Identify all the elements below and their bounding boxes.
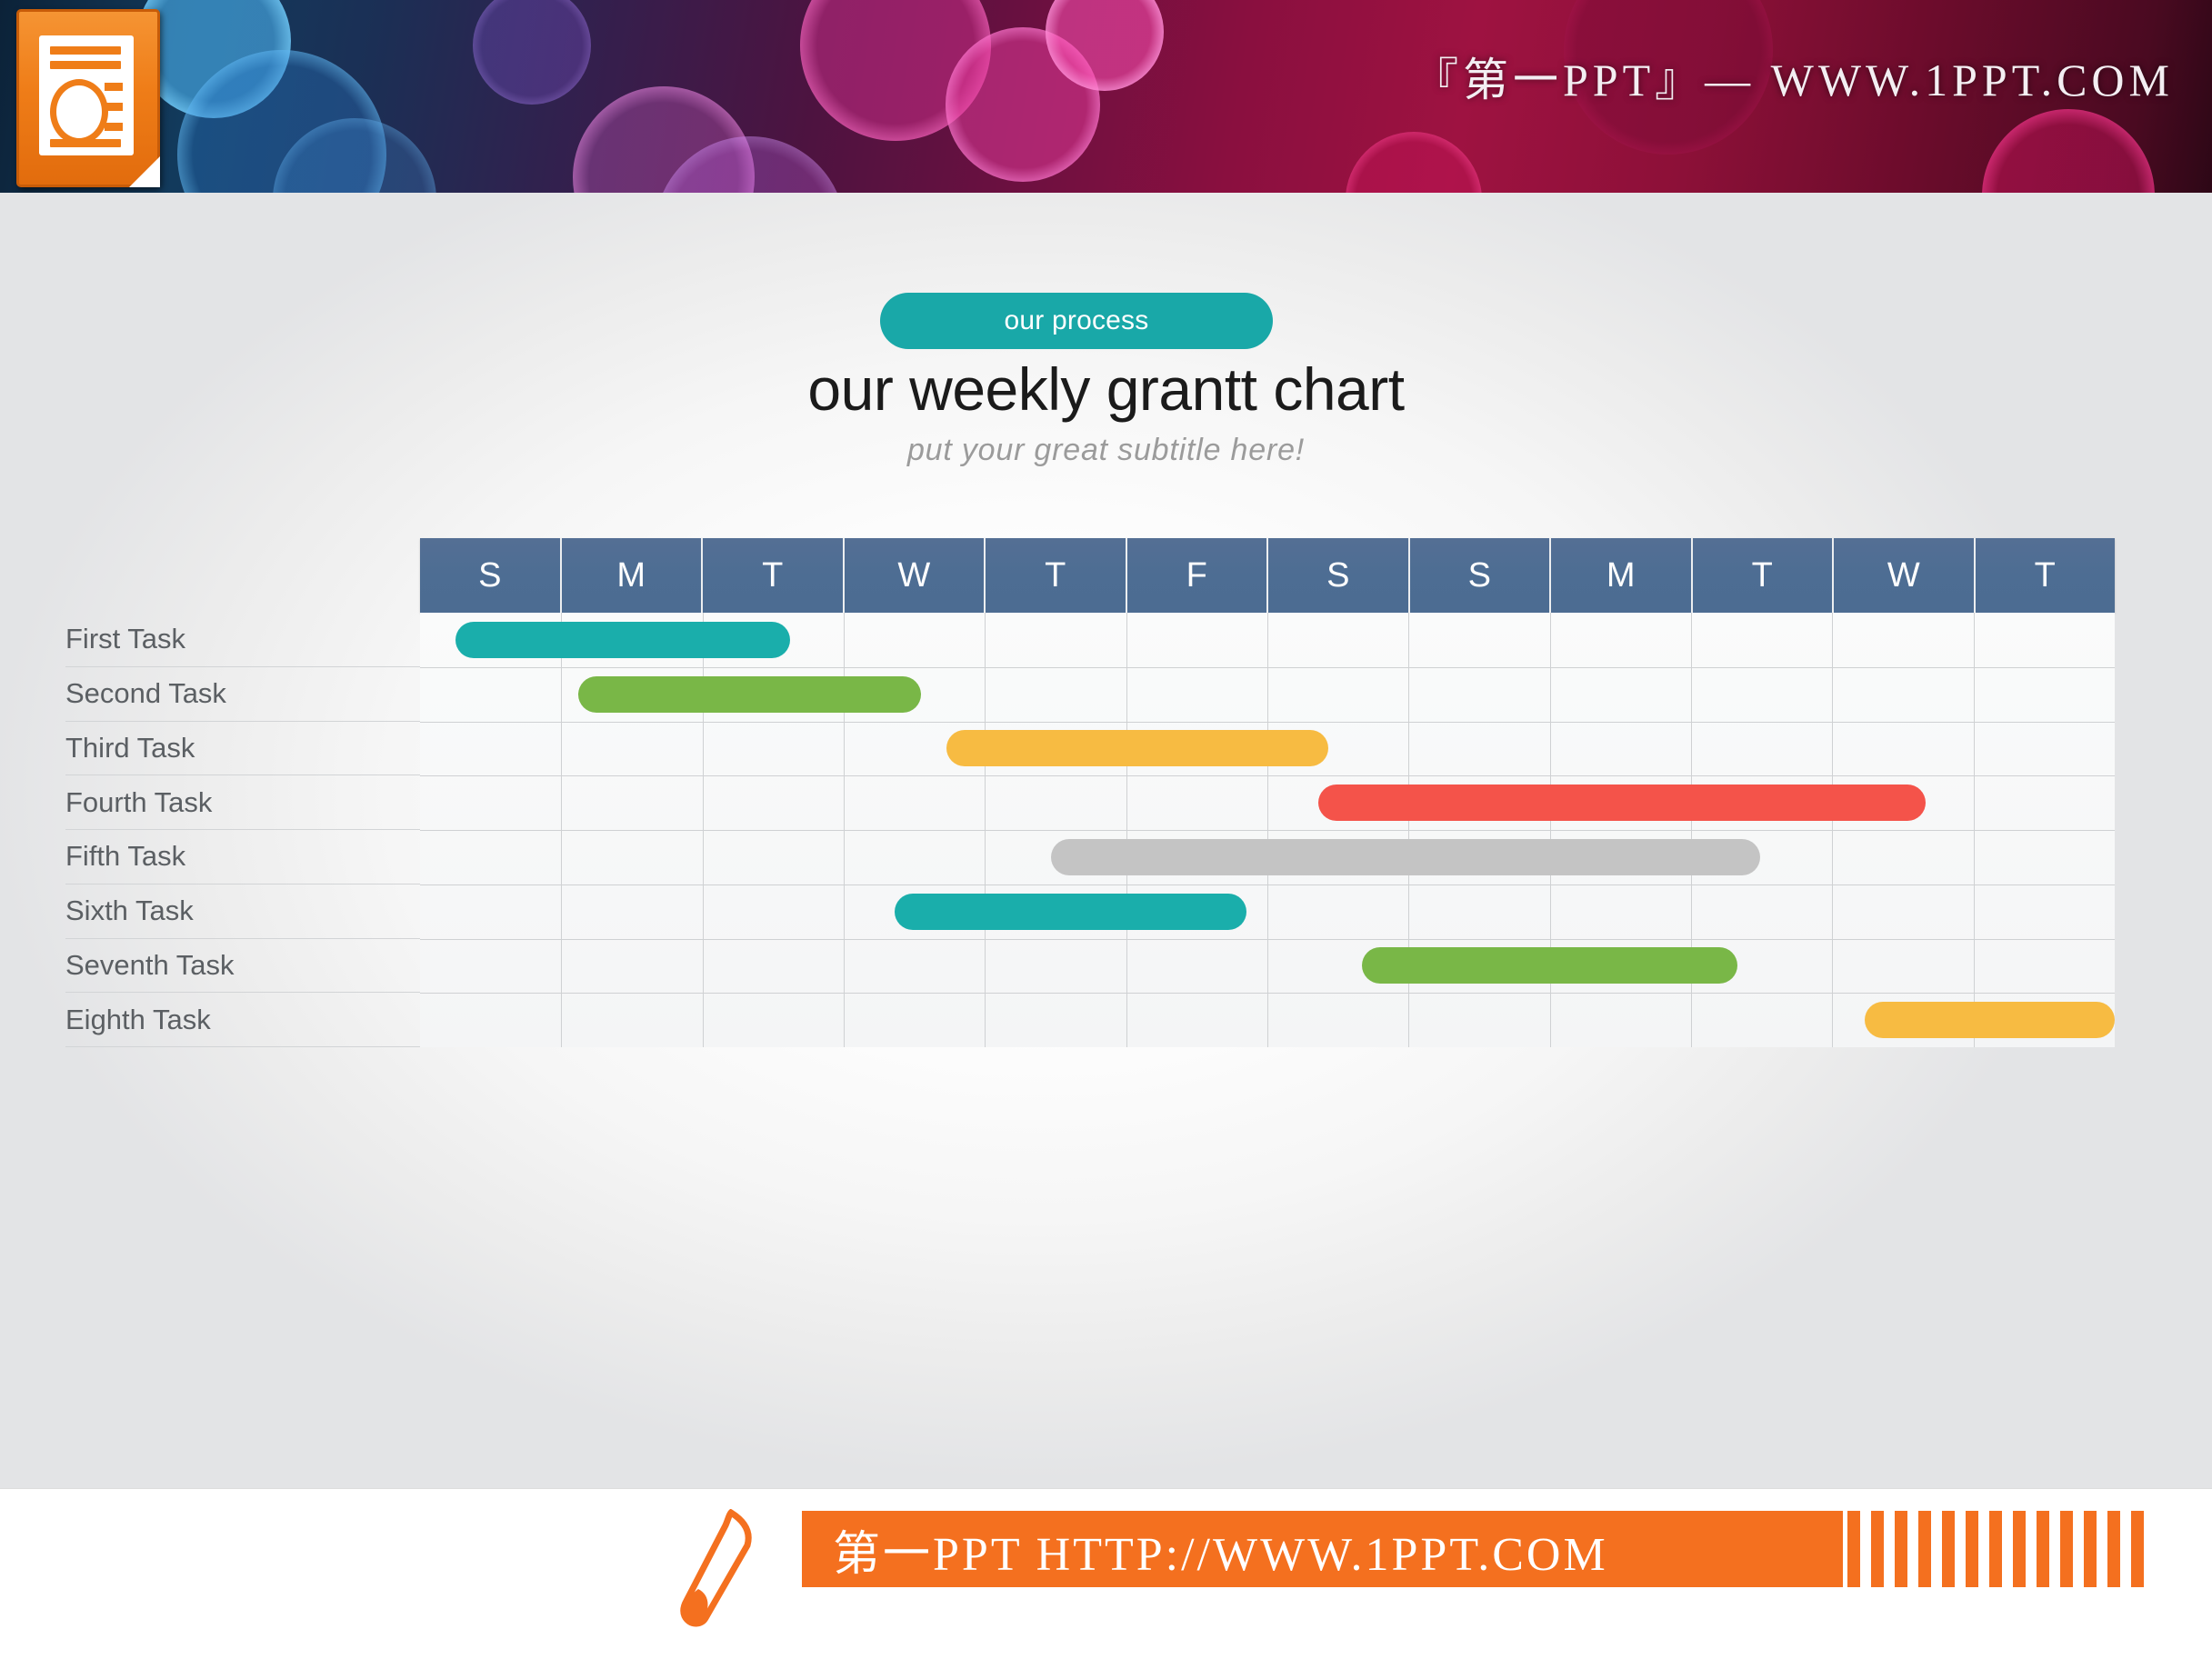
gantt-header-cell-9: T xyxy=(1692,538,1834,613)
powerpoint-icon-oval xyxy=(50,79,108,145)
slide-canvas: our process our weekly grantt chart put … xyxy=(0,193,2212,1488)
gantt-header-cell-7: S xyxy=(1409,538,1551,613)
bokeh-decoration xyxy=(177,50,386,193)
gantt-bar[interactable] xyxy=(1317,785,1926,822)
footer-stripe xyxy=(2013,1511,2026,1587)
gantt-header-cell-10: W xyxy=(1834,538,1976,613)
gantt-bar[interactable] xyxy=(577,675,922,713)
footer-stripe xyxy=(1989,1511,2002,1587)
gantt-bar[interactable] xyxy=(455,621,790,658)
footer-stripe xyxy=(1918,1511,1931,1587)
gantt-gridline-horizontal xyxy=(420,667,2115,668)
task-label: Second Task xyxy=(65,667,420,722)
gantt-grid: SMTWTFSSMTWT xyxy=(420,538,2115,1047)
powerpoint-icon-line xyxy=(50,46,121,55)
page-title: our weekly grantt chart xyxy=(807,355,1405,423)
task-label: Sixth Task xyxy=(65,884,420,939)
page-footer: 第一PPT HTTP://WWW.1PPT.COM xyxy=(0,1488,2212,1659)
gantt-header-cell-1: M xyxy=(561,538,703,613)
powerpoint-icon-line xyxy=(50,139,121,147)
powerpoint-icon-page xyxy=(39,35,134,155)
process-badge: our process xyxy=(880,293,1273,349)
gantt-bar[interactable] xyxy=(1865,1002,2115,1039)
gantt-gridline-horizontal xyxy=(420,722,2115,723)
gantt-bar[interactable] xyxy=(1362,947,1738,984)
gantt-chart: First Task Second Task Third Task Fourth Ta… xyxy=(44,538,2115,1047)
gantt-header-cell-3: W xyxy=(844,538,986,613)
footer-stripe xyxy=(1871,1511,1884,1587)
gantt-bar[interactable] xyxy=(894,893,1246,930)
bokeh-decoration xyxy=(800,0,991,141)
powerpoint-icon-dot xyxy=(105,123,123,131)
gantt-header-cell-8: M xyxy=(1551,538,1693,613)
footer-stripe xyxy=(1942,1511,1955,1587)
bokeh-decoration xyxy=(473,0,591,105)
gantt-header-cell-11: T xyxy=(1975,538,2115,613)
gantt-header-cell-0: S xyxy=(420,538,562,613)
powerpoint-icon-dot xyxy=(105,103,123,111)
bokeh-decoration xyxy=(946,27,1100,182)
powerpoint-icon-dot xyxy=(105,83,123,91)
footer-stripe xyxy=(2131,1511,2144,1587)
footer-url-text: 第一PPT HTTP://WWW.1PPT.COM xyxy=(833,1528,1608,1581)
footer-stripe xyxy=(2084,1511,2097,1587)
gantt-header-cell-6: S xyxy=(1268,538,1410,613)
gantt-header-cell-5: F xyxy=(1126,538,1268,613)
footer-stripe xyxy=(2107,1511,2120,1587)
gantt-gridline-horizontal xyxy=(420,775,2115,776)
gantt-gridline-horizontal xyxy=(420,830,2115,831)
gantt-header-cell-4: T xyxy=(986,538,1127,613)
footer-stripe xyxy=(1895,1511,1907,1587)
gantt-gridline-horizontal xyxy=(420,993,2115,994)
bokeh-decoration xyxy=(1982,109,2155,193)
bokeh-decoration xyxy=(573,86,755,193)
task-label: Eighth Task xyxy=(65,993,420,1047)
bokeh-decoration xyxy=(1346,132,1482,193)
gantt-header-cell-2: T xyxy=(703,538,845,613)
powerpoint-file-icon xyxy=(16,9,160,187)
page-subtitle: put your great subtitle here! xyxy=(906,433,1306,467)
footer-stripe xyxy=(1847,1511,1860,1587)
task-label: Third Task xyxy=(65,722,420,776)
footer-stripe xyxy=(1966,1511,1978,1587)
task-label: Seventh Task xyxy=(65,939,420,994)
footer-url-bar: 第一PPT HTTP://WWW.1PPT.COM xyxy=(802,1511,1843,1587)
bokeh-decoration xyxy=(273,118,436,193)
banner-caption: 『第一PPT』— WWW.1PPT.COM xyxy=(1412,55,2174,105)
gantt-gridline-horizontal xyxy=(420,939,2115,940)
task-label: First Task xyxy=(65,613,420,667)
gantt-bar[interactable] xyxy=(946,730,1328,767)
gantt-body xyxy=(420,613,2115,1047)
bokeh-decoration xyxy=(655,136,846,193)
task-label-column: First Task Second Task Third Task Fourth Ta… xyxy=(44,538,420,1047)
footer-stripe xyxy=(2037,1511,2049,1587)
pencil-icon xyxy=(680,1509,752,1627)
top-banner: 『第一PPT』— WWW.1PPT.COM xyxy=(0,0,2212,193)
powerpoint-icon-line xyxy=(50,61,121,69)
bokeh-decoration xyxy=(1046,0,1164,91)
gantt-header-row: SMTWTFSSMTWT xyxy=(420,538,2115,613)
footer-stripe xyxy=(2060,1511,2073,1587)
task-label: Fifth Task xyxy=(65,830,420,884)
footer-stripes xyxy=(1847,1511,2211,1587)
gantt-gridline-horizontal xyxy=(420,884,2115,885)
gantt-bar[interactable] xyxy=(1051,838,1761,875)
task-label: Fourth Task xyxy=(65,775,420,830)
